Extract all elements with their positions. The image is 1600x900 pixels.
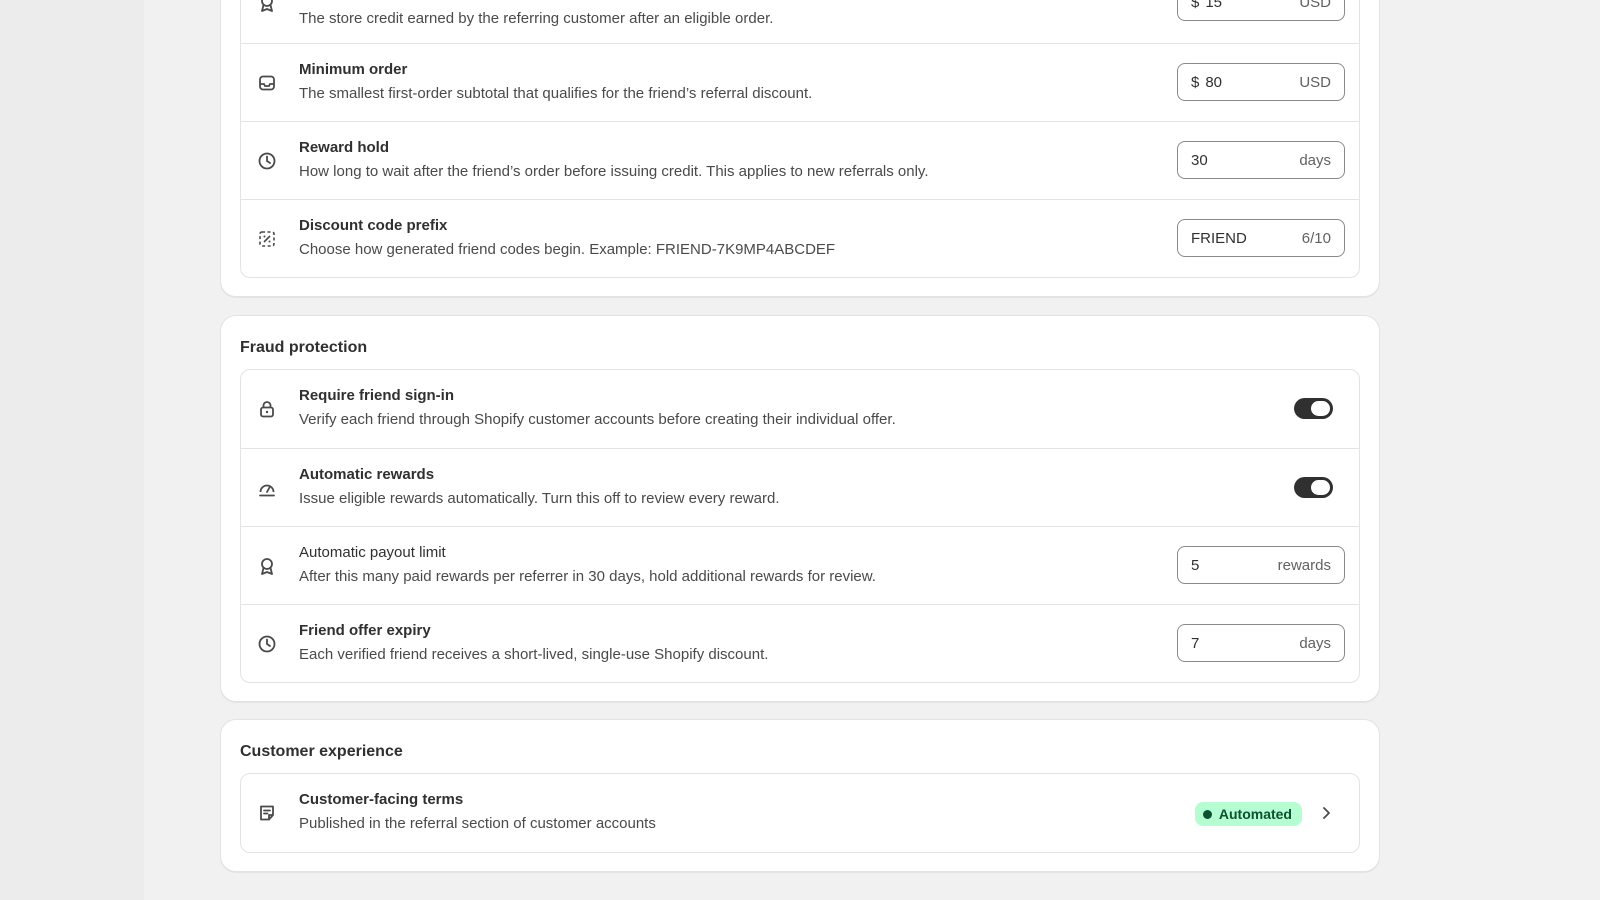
require-sign-in-row: Require friend sign-in Verify each frien… (241, 370, 1359, 448)
payout-limit-value: 5 (1191, 556, 1200, 574)
status-badge: Automated (1194, 802, 1302, 826)
referrer-reward-value: 15 (1205, 0, 1223, 11)
automatic-rewards-row: Automatic rewards Issue eligible rewards… (241, 448, 1359, 526)
referrer-reward-description: The store credit earned by the referring… (299, 10, 774, 27)
chevron-right-icon[interactable] (1317, 804, 1335, 822)
discount-prefix-row: Discount code prefix Choose how generate… (241, 199, 1359, 277)
minimum-order-field[interactable]: $ 80 USD (1177, 63, 1345, 101)
lock-icon (260, 401, 274, 418)
discount-prefix-value: FRIEND (1191, 229, 1247, 247)
reward-hold-title: Reward hold (299, 139, 390, 156)
customer-experience-card: Customer experience Customer-facing term… (220, 719, 1380, 872)
customer-experience-title: Customer experience (240, 743, 403, 760)
left-gutter (0, 0, 144, 900)
referrer-reward-row: The store credit earned by the referring… (241, 0, 1359, 43)
reward-hold-description: How long to wait after the friend’s orde… (299, 163, 929, 180)
status-badge-label: Automated (1218, 806, 1292, 822)
referrer-reward-field[interactable]: $ 15 USD (1177, 0, 1345, 21)
minimum-order-value: 80 (1205, 73, 1223, 91)
clock-icon (258, 635, 276, 653)
offer-expiry-description: Each verified friend receives a short-li… (299, 646, 769, 663)
automatic-rewards-description: Issue eligible rewards automatically. Tu… (299, 490, 780, 507)
award-icon (261, 0, 273, 12)
discount-prefix-title: Discount code prefix (299, 217, 448, 234)
clock-icon (258, 152, 276, 170)
rewards-list: The store credit earned by the referring… (240, 0, 1360, 278)
offer-expiry-value: 7 (1191, 634, 1200, 652)
discount-icon (259, 231, 275, 247)
days-suffix: days (1299, 151, 1331, 169)
reward-hold-row: Reward hold How long to wait after the f… (241, 121, 1359, 199)
customer-terms-row[interactable]: Customer-facing terms Published in the r… (241, 774, 1359, 852)
fraud-protection-list: Require friend sign-in Verify each frien… (240, 369, 1360, 683)
inbox-icon (259, 75, 275, 91)
require-sign-in-title: Require friend sign-in (299, 387, 455, 404)
require-sign-in-toggle[interactable] (1294, 398, 1333, 419)
customer-terms-title: Customer-facing terms (299, 791, 464, 808)
days-suffix: days (1299, 634, 1331, 652)
currency-prefix: $ (1191, 73, 1200, 91)
note-icon (260, 805, 274, 821)
payout-limit-row: Automatic payout limit After this many p… (241, 526, 1359, 604)
offer-expiry-row: Friend offer expiry Each verified friend… (241, 604, 1359, 682)
currency-suffix: USD (1299, 73, 1331, 91)
gauge-icon (259, 484, 275, 497)
currency-suffix: USD (1299, 0, 1331, 11)
automatic-rewards-toggle[interactable] (1294, 477, 1333, 498)
payout-limit-title: Automatic payout limit (299, 544, 446, 561)
award-icon (261, 558, 273, 575)
offer-expiry-title: Friend offer expiry (299, 622, 431, 639)
rewards-card: The store credit earned by the referring… (220, 0, 1380, 297)
fraud-protection-title: Fraud protection (240, 339, 368, 356)
customer-experience-list: Customer-facing terms Published in the r… (240, 773, 1360, 853)
status-dot (1202, 809, 1212, 819)
fraud-protection-card: Fraud protection Require friend sign-in … (220, 315, 1380, 702)
automatic-rewards-title: Automatic rewards (299, 466, 435, 483)
minimum-order-title: Minimum order (299, 61, 408, 78)
payout-limit-field[interactable]: 5 rewards (1177, 546, 1345, 584)
discount-prefix-field[interactable]: FRIEND 6/10 (1177, 219, 1345, 257)
minimum-order-description: The smallest first-order subtotal that q… (299, 85, 813, 102)
reward-hold-field[interactable]: 30 days (1177, 141, 1345, 179)
customer-terms-description: Published in the referral section of cus… (299, 815, 656, 832)
rewards-suffix: rewards (1277, 556, 1331, 574)
offer-expiry-field[interactable]: 7 days (1177, 624, 1345, 662)
require-sign-in-description: Verify each friend through Shopify custo… (299, 411, 896, 428)
character-count: 6/10 (1301, 229, 1331, 247)
discount-prefix-description: Choose how generated friend codes begin.… (299, 241, 836, 258)
reward-hold-value: 30 (1191, 151, 1208, 169)
payout-limit-description: After this many paid rewards per referre… (299, 568, 876, 585)
toggle-knob (1311, 401, 1330, 416)
toggle-knob (1311, 480, 1330, 495)
currency-prefix: $ (1191, 0, 1200, 11)
minimum-order-row: Minimum order The smallest first-order s… (241, 43, 1359, 121)
